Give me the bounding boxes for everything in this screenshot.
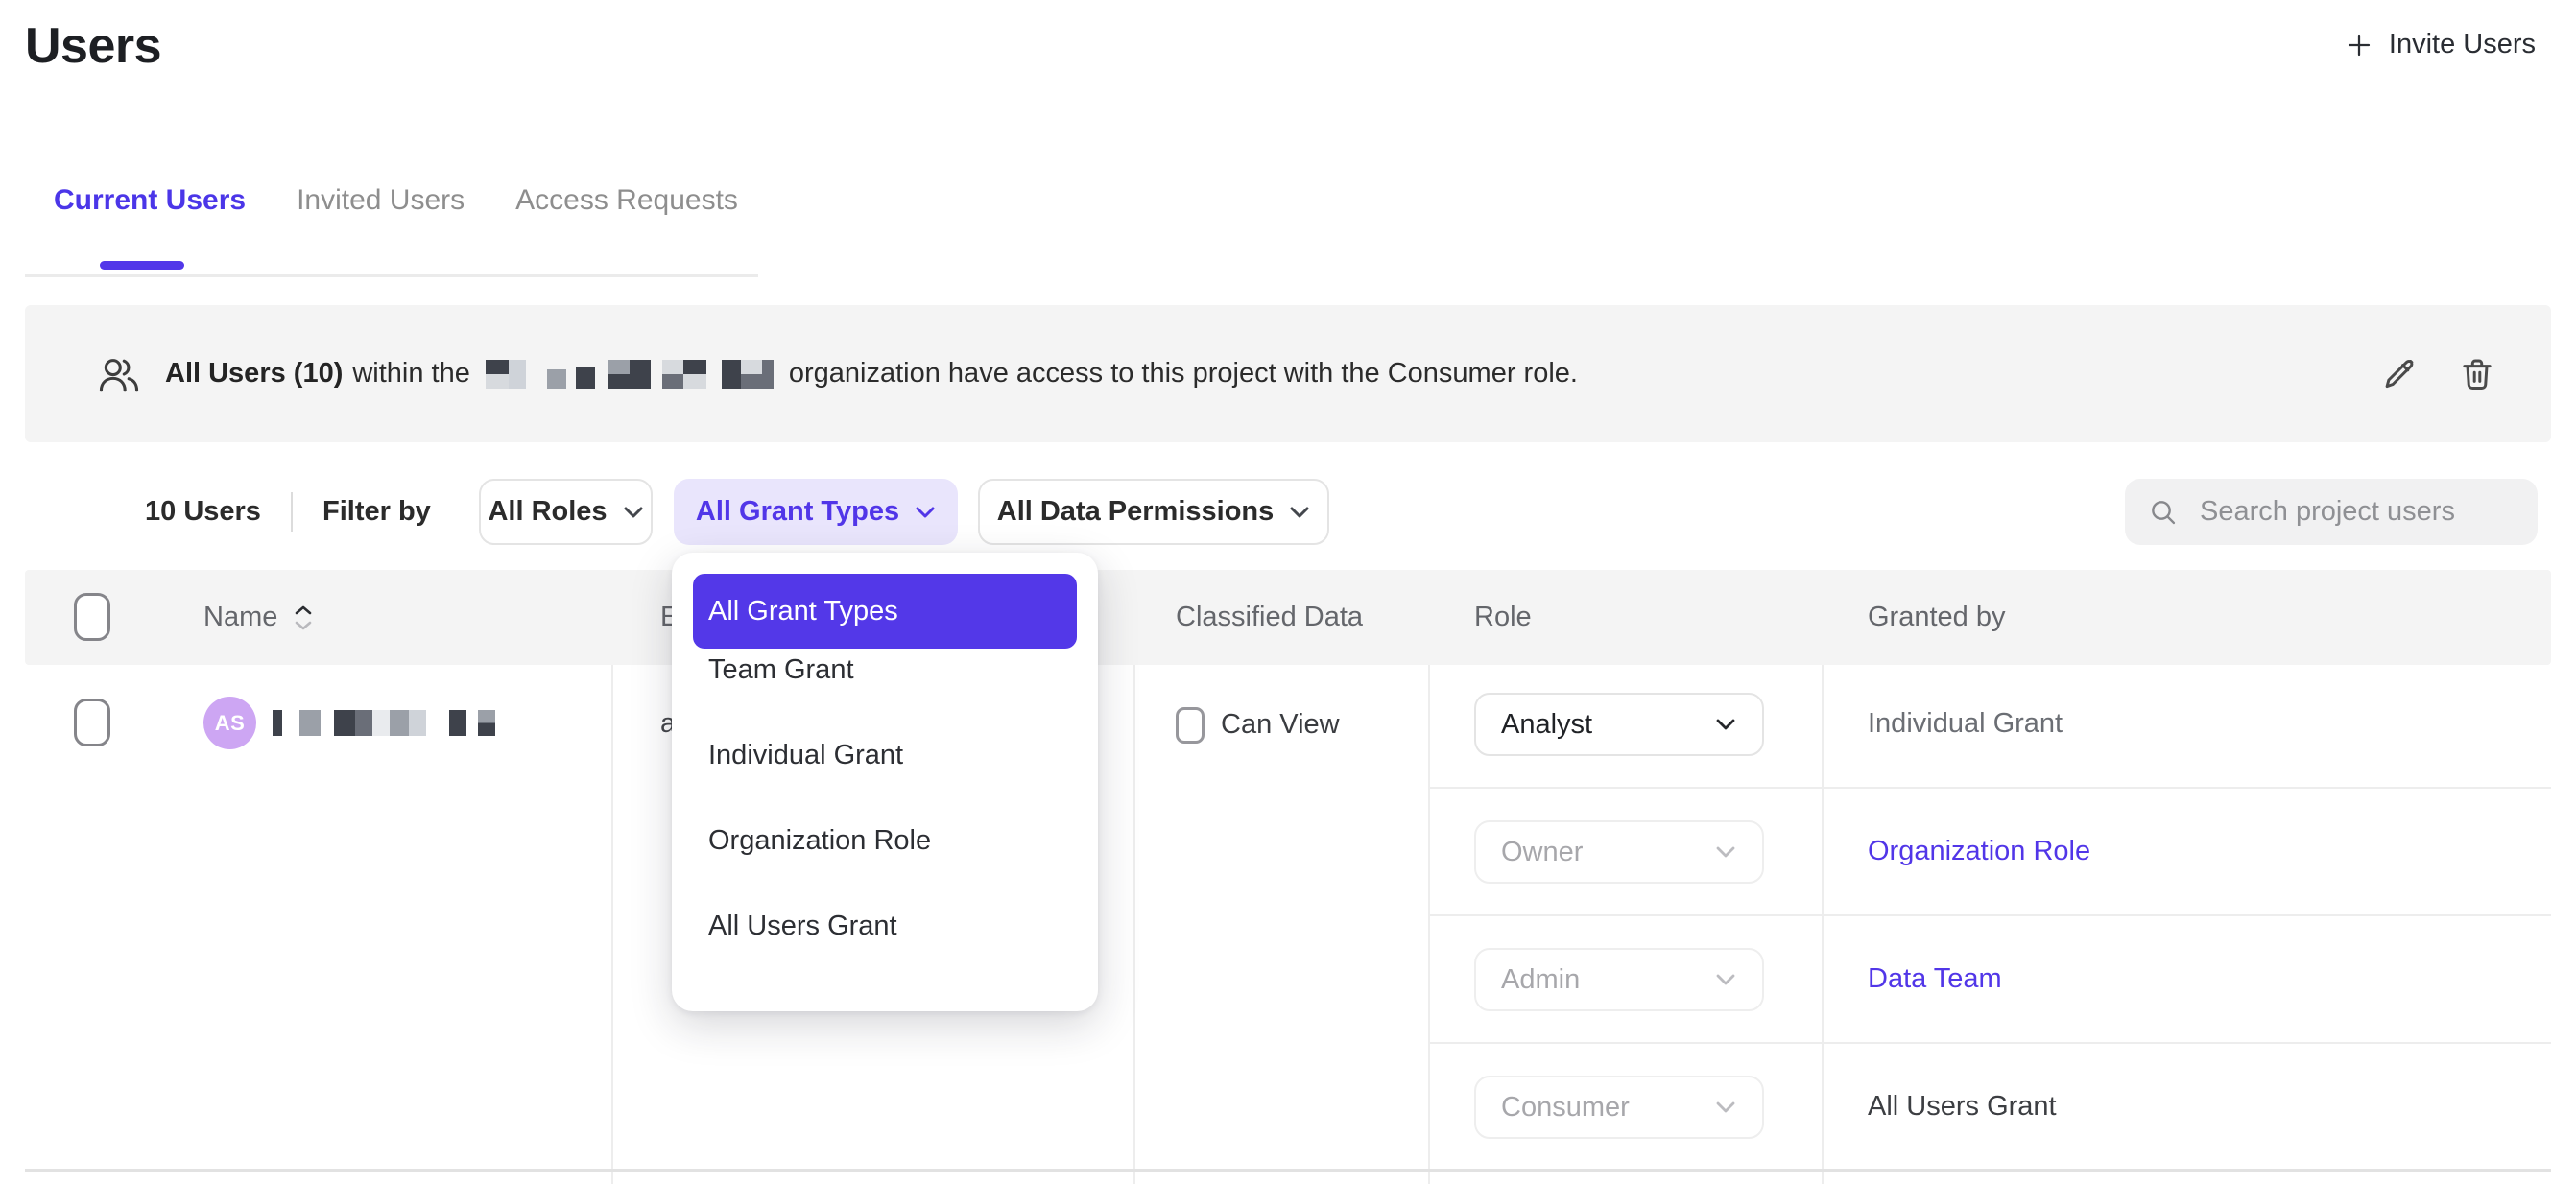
sort-icon [295,605,312,630]
column-divider [611,665,613,1184]
column-header-granted-by: Granted by [1868,570,2005,665]
column-divider [1428,665,1430,1184]
column-divider [1822,665,1824,1184]
search-icon [2148,497,2179,528]
filter-all-grant-types-label: All Grant Types [696,496,899,528]
active-tab-indicator [100,261,184,270]
subrow-divider [1428,1042,2551,1044]
users-page: Users Invite Users Current Users Invited… [0,0,2576,1184]
chevron-down-icon [1714,845,1737,859]
dropdown-item-organization-role[interactable]: Organization Role [708,812,1073,869]
banner-before-text: within the [352,358,470,390]
chevron-down-icon [1714,718,1737,731]
granted-by-organization-role-link[interactable]: Organization Role [1868,836,2090,867]
filter-by-label: Filter by [322,479,431,545]
row-bottom-divider [25,1169,2551,1172]
tab-invited-users[interactable]: Invited Users [297,184,465,217]
banner-after-text: organization have access to this project… [789,358,1578,390]
users-group-icon [98,355,140,393]
subrow-divider [1428,787,2551,789]
chevron-down-icon [1714,1101,1737,1114]
tab-access-requests[interactable]: Access Requests [515,184,738,217]
filter-all-data-permissions[interactable]: All Data Permissions [978,479,1329,545]
column-header-granted-by-label: Granted by [1868,602,2005,633]
role-select-owner: Owner [1474,820,1764,884]
subrow-divider [1428,914,2551,916]
role-select-consumer: Consumer [1474,1076,1764,1139]
toolbar-divider [291,492,293,532]
redacted-user-name [273,710,495,736]
select-all-checkbox[interactable] [74,593,110,641]
tab-current-users[interactable]: Current Users [54,184,246,217]
delete-icon[interactable] [2457,354,2497,394]
chevron-down-icon [1289,506,1310,519]
filter-all-grant-types[interactable]: All Grant Types [674,479,958,545]
role-select-label: Analyst [1501,709,1592,741]
column-header-classified-data: Classified Data [1176,570,1363,665]
granted-by-individual-grant: Individual Grant [1868,708,2063,740]
filter-toolbar: 10 Users Filter by All Roles All Grant T… [0,479,2576,545]
plus-icon [2345,31,2373,59]
tab-baseline [25,274,758,277]
role-select-label: Admin [1501,964,1580,996]
search-input[interactable] [2198,495,2515,529]
avatar: AS [203,697,256,749]
column-header-classified-label: Classified Data [1176,602,1363,633]
dropdown-item-all-users-grant[interactable]: All Users Grant [708,897,1073,955]
chevron-down-icon [1714,973,1737,986]
banner-text: All Users (10) within the organization h… [165,358,1578,390]
column-header-role: Role [1474,570,1532,665]
chevron-down-icon [623,506,644,519]
filter-all-data-permissions-label: All Data Permissions [997,496,1275,528]
dropdown-item-individual-grant[interactable]: Individual Grant [708,726,1073,784]
redacted-org-name [486,360,774,389]
granted-by-data-team-link[interactable]: Data Team [1868,963,2002,995]
can-view-label: Can View [1221,709,1340,741]
page-title: Users [25,17,161,75]
granted-by-all-users-grant: All Users Grant [1868,1091,2057,1123]
avatar-initials: AS [215,711,246,736]
role-select-label: Owner [1501,837,1583,868]
grant-types-dropdown: All Grant Types Team Grant Individual Gr… [672,553,1098,1011]
filter-all-roles[interactable]: All Roles [479,479,653,545]
banner-bold-text: All Users (10) [165,358,343,390]
column-header-name-label: Name [203,602,277,633]
role-select-analyst[interactable]: Analyst [1474,693,1764,756]
edit-icon[interactable] [2378,354,2419,394]
search-box [2125,479,2538,545]
role-select-label: Consumer [1501,1092,1630,1124]
chevron-down-icon [915,506,936,519]
column-divider [1133,665,1135,1184]
all-users-banner: All Users (10) within the organization h… [25,305,2551,442]
user-count-label: 10 Users [145,479,261,545]
row-checkbox[interactable] [74,699,110,746]
filter-all-roles-label: All Roles [488,496,607,528]
invite-users-label: Invite Users [2389,29,2536,60]
tab-bar: Current Users Invited Users Access Reque… [54,184,738,217]
can-view-checkbox[interactable] [1176,707,1205,744]
column-header-role-label: Role [1474,602,1532,633]
dropdown-item-all-grant-types[interactable]: All Grant Types [693,574,1077,649]
dropdown-item-team-grant[interactable]: Team Grant [708,641,1073,699]
invite-users-button[interactable]: Invite Users [2345,29,2536,60]
column-header-name[interactable]: Name [203,570,312,665]
role-select-admin: Admin [1474,948,1764,1011]
